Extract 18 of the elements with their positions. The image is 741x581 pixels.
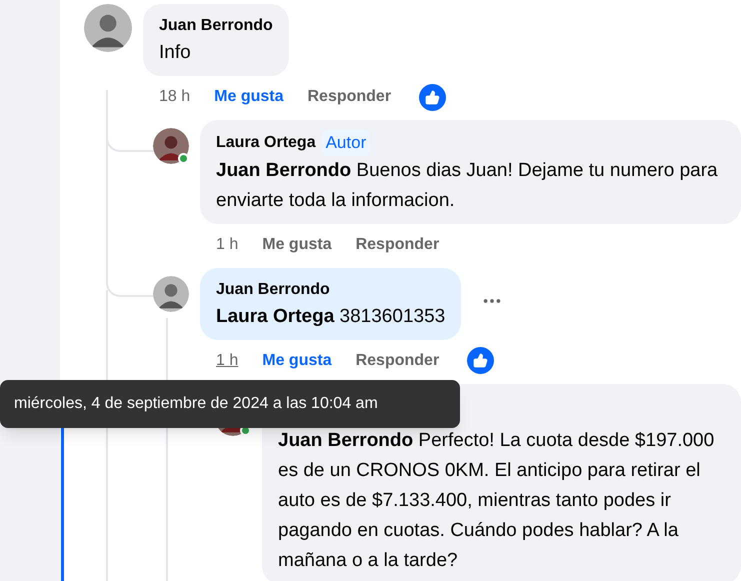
timestamp[interactable]: 1 h bbox=[216, 348, 238, 372]
author-badge: Autor bbox=[322, 130, 370, 156]
comment-text: Info bbox=[159, 41, 192, 65]
comment-text: Juan Berrondo Perfecto! La cuota desde $197.000 es de un CRONOS 0KM. El anticipo para retirar el auto es de $7.133.400, mientras tanto podes ir pagando en cuotas. Cuándo podes hablar? A la mañana o a la tarde? bbox=[278, 428, 716, 572]
like-button[interactable]: Me gusta bbox=[262, 348, 332, 372]
author-name[interactable]: Laura Ortega bbox=[216, 130, 316, 155]
like-button[interactable]: Me gusta bbox=[262, 232, 332, 256]
comment-text: Juan Berrondo Buenos dias Juan! Dejame tu numero para enviarte toda la informacion. bbox=[216, 158, 719, 212]
reply-button[interactable]: Responder bbox=[356, 232, 440, 256]
reply-button[interactable]: Responder bbox=[356, 348, 440, 372]
reply-button[interactable]: Responder bbox=[307, 85, 392, 109]
date-tooltip: miércoles, 4 de septiembre de 2024 a las 10:04 am bbox=[0, 380, 460, 428]
comment-text: Laura Ortega 3813601353 bbox=[216, 304, 446, 328]
timestamp[interactable]: 18 h bbox=[159, 85, 190, 109]
author-name[interactable]: Juan Berrondo bbox=[159, 14, 273, 38]
author-name[interactable]: Juan Berrondo bbox=[216, 278, 330, 302]
timestamp[interactable]: 1 h bbox=[216, 232, 238, 256]
like-button[interactable]: Me gusta bbox=[214, 85, 284, 109]
